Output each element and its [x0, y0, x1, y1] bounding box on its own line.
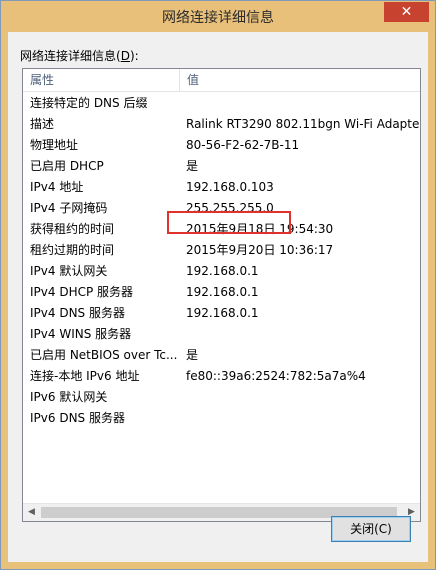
value-cell: 192.168.0.103 [186, 180, 274, 194]
property-cell: IPv6 默认网关 [30, 390, 108, 404]
property-cell: 描述 [30, 117, 55, 131]
dialog-body: 网络连接详细信息(D): 属性 值 连接特定的 DNS 后缀 描述 Ralink R… [8, 32, 428, 562]
value-cell: 255.255.255.0 [186, 201, 274, 215]
table-row[interactable]: IPv4 默认网关 192.168.0.1 [23, 261, 420, 282]
value-cell: 192.168.0.1 [186, 285, 259, 299]
value-cell: Ralink RT3290 802.11bgn Wi-Fi Adapter [186, 117, 420, 131]
details-label-prefix: 网络连接详细信息( [20, 49, 121, 63]
dialog-window: 网络连接详细信息 ✕ 网络连接详细信息(D): 属性 值 连接特定的 DNS 后… [0, 0, 436, 570]
table-row[interactable]: 获得租约的时间 2015年9月18日 19:54:30 [23, 219, 420, 240]
table-row[interactable]: 已启用 DHCP 是 [23, 156, 420, 177]
scroll-left-arrow-icon[interactable]: ◀ [23, 504, 40, 521]
column-header-value[interactable]: 值 [180, 69, 420, 91]
value-cell: fe80::39a6:2524:782:5a7a%4 [186, 369, 366, 383]
table-row[interactable]: IPv4 DNS 服务器 192.168.0.1 [23, 303, 420, 324]
table-row[interactable]: 描述 Ralink RT3290 802.11bgn Wi-Fi Adapter [23, 114, 420, 135]
table-row[interactable]: 物理地址 80-56-F2-62-7B-11 [23, 135, 420, 156]
value-cell: 2015年9月18日 19:54:30 [186, 222, 334, 236]
table-row[interactable]: 已启用 NetBIOS over Tc... 是 [23, 345, 420, 366]
close-button[interactable]: 关闭(C) [331, 516, 411, 542]
value-cell: 是 [186, 348, 199, 362]
table-row[interactable]: IPv4 WINS 服务器 [23, 324, 420, 345]
value-cell: 2015年9月20日 10:36:17 [186, 243, 334, 257]
table-row[interactable]: 租约过期的时间 2015年9月20日 10:36:17 [23, 240, 420, 261]
property-cell: 已启用 DHCP [30, 159, 104, 173]
details-label-suffix: ): [129, 49, 139, 63]
value-cell: 192.168.0.1 [186, 306, 259, 320]
property-cell: 连接特定的 DNS 后缀 [30, 96, 148, 110]
value-cell: 是 [186, 159, 199, 173]
list-header: 属性 值 [23, 69, 420, 92]
details-list[interactable]: 属性 值 连接特定的 DNS 后缀 描述 Ralink RT3290 802.11b… [22, 68, 421, 522]
table-row[interactable]: IPv4 子网掩码 255.255.255.0 [23, 198, 420, 219]
property-cell: IPv4 DHCP 服务器 [30, 285, 134, 299]
property-cell: 获得租约的时间 [30, 222, 115, 236]
property-cell: IPv4 DNS 服务器 [30, 306, 125, 320]
property-cell: IPv4 默认网关 [30, 264, 108, 278]
column-header-property[interactable]: 属性 [23, 69, 180, 91]
property-cell: IPv4 WINS 服务器 [30, 327, 132, 341]
close-icon: ✕ [400, 4, 413, 20]
table-row[interactable]: IPv4 DHCP 服务器 192.168.0.1 [23, 282, 420, 303]
property-cell: 连接-本地 IPv6 地址 [30, 369, 140, 383]
window-title: 网络连接详细信息 [162, 10, 274, 26]
property-cell: IPv4 地址 [30, 180, 84, 194]
table-row[interactable]: IPv6 默认网关 [23, 387, 420, 408]
list-rows: 连接特定的 DNS 后缀 描述 Ralink RT3290 802.11bgn Wi… [23, 93, 420, 429]
value-cell: 80-56-F2-62-7B-11 [186, 138, 300, 152]
property-cell: 物理地址 [30, 138, 79, 152]
table-row[interactable]: IPv6 DNS 服务器 [23, 408, 420, 429]
close-window-button[interactable]: ✕ [384, 2, 429, 22]
property-cell: 已启用 NetBIOS over Tc... [30, 348, 178, 362]
property-cell: IPv6 DNS 服务器 [30, 411, 125, 425]
table-row[interactable]: IPv4 地址 192.168.0.103 [23, 177, 420, 198]
table-row[interactable]: 连接特定的 DNS 后缀 [23, 93, 420, 114]
value-cell: 192.168.0.1 [186, 264, 259, 278]
title-bar[interactable]: 网络连接详细信息 ✕ [1, 1, 435, 32]
property-cell: 租约过期的时间 [30, 243, 115, 257]
table-row[interactable]: 连接-本地 IPv6 地址 fe80::39a6:2524:782:5a7a%4 [23, 366, 420, 387]
property-cell: IPv4 子网掩码 [30, 201, 108, 215]
details-label-mnemonic: D [120, 49, 130, 63]
details-label: 网络连接详细信息(D): [20, 47, 139, 64]
